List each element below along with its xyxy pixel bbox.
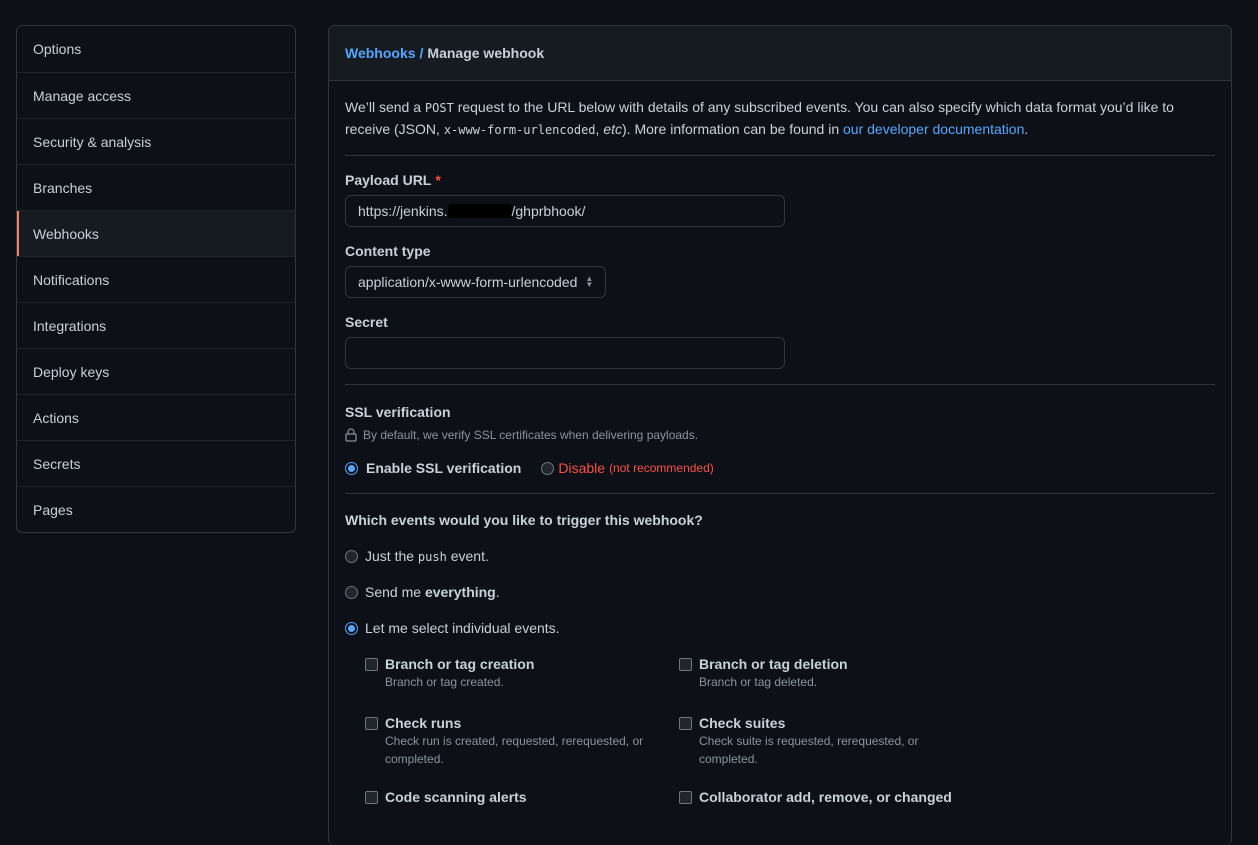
sidebar-item-manage-access[interactable]: Manage access [17, 72, 295, 118]
sidebar-item-pages[interactable]: Pages [17, 486, 295, 532]
content-type-select[interactable]: application/x-www-form-urlencoded ▲ ▼ [345, 266, 607, 298]
ssl-note-text: By default, we verify SSL certificates w… [363, 428, 699, 442]
payload-url-label: Payload URL * [345, 172, 1215, 188]
event-title: Check runs [385, 715, 462, 731]
ssl-not-recommended: (not recommended) [609, 461, 714, 475]
push-label-pre: Just the [365, 548, 418, 564]
everything-post: . [495, 584, 500, 600]
event-title: Collaborator add, remove, or changed [699, 789, 952, 805]
event-desc: Branch or tag created. [385, 675, 504, 689]
post-code: POST [424, 101, 454, 115]
checkbox[interactable] [679, 717, 692, 730]
developer-docs-link[interactable]: our developer documentation [843, 121, 1024, 137]
secret-input[interactable] [345, 337, 785, 369]
divider [345, 493, 1215, 494]
event-option-push[interactable]: Just the push event. [345, 548, 1215, 564]
everything-radio[interactable] [345, 585, 358, 599]
event-option-everything[interactable]: Send me everything. [345, 584, 1215, 600]
event-text: Check runs Check run is created, request… [385, 715, 655, 768]
content-type-value: application/x-www-form-urlencoded [358, 274, 578, 290]
sidebar-item-options[interactable]: Options [17, 26, 295, 72]
event-desc: Check run is created, requested, rereque… [385, 734, 644, 766]
event-text: Check suites Check suite is requested, r… [699, 715, 969, 768]
breadcrumb-webhooks-link[interactable]: Webhooks [345, 45, 416, 61]
push-radio[interactable] [345, 549, 358, 563]
sidebar-item-notifications[interactable]: Notifications [17, 256, 295, 302]
intro-part: ). More information can be found in [622, 121, 844, 137]
push-code: push [417, 550, 447, 564]
intro-part: . [1024, 121, 1029, 137]
event-title: Branch or tag deletion [699, 656, 848, 672]
event-text: Code scanning alerts [385, 789, 527, 805]
event-option-individual[interactable]: Let me select individual events. [345, 620, 1215, 636]
event-text: Branch or tag deletion Branch or tag del… [699, 656, 848, 691]
settings-sidebar: Options Manage access Security & analysi… [16, 25, 296, 533]
page-title: Manage webhook [427, 45, 545, 61]
event-title: Branch or tag creation [385, 656, 535, 672]
payload-url-input[interactable]: https://jenkins. /ghprbhook/ [345, 195, 785, 227]
ssl-note: By default, we verify SSL certificates w… [345, 428, 1215, 442]
checkbox[interactable] [679, 658, 692, 671]
sidebar-item-security-analysis[interactable]: Security & analysis [17, 118, 295, 164]
event-check-suites[interactable]: Check suites Check suite is requested, r… [679, 715, 969, 768]
sidebar-item-actions[interactable]: Actions [17, 394, 295, 440]
urlencoded-code: x-www-form-urlencoded [443, 123, 596, 137]
checkbox[interactable] [365, 717, 378, 730]
push-label-post: event. [446, 548, 489, 564]
payload-url-suffix: /ghprbhook/ [511, 203, 586, 219]
intro-part: We’ll send a [345, 99, 425, 115]
ssl-title: SSL verification [345, 404, 451, 420]
required-mark: * [435, 172, 441, 188]
intro-text: We’ll send a POST request to the URL bel… [345, 97, 1215, 156]
sidebar-item-secrets[interactable]: Secrets [17, 440, 295, 486]
checkbox[interactable] [365, 658, 378, 671]
lock-icon [345, 428, 357, 442]
checkbox[interactable] [365, 791, 378, 804]
ssl-disable-radio[interactable] [541, 461, 555, 475]
event-title: Code scanning alerts [385, 789, 527, 805]
event-collaborator-changed[interactable]: Collaborator add, remove, or changed [679, 789, 969, 805]
events-question: Which events would you like to trigger t… [345, 512, 703, 528]
event-check-runs[interactable]: Check runs Check run is created, request… [365, 715, 655, 768]
event-desc: Branch or tag deleted. [699, 675, 818, 689]
event-code-scanning-alerts[interactable]: Code scanning alerts [365, 789, 655, 805]
event-desc: Check suite is requested, rerequested, o… [699, 734, 919, 766]
event-text: Collaborator add, remove, or changed [699, 789, 952, 805]
everything-label[interactable]: Send me everything. [365, 584, 500, 600]
ssl-enable-radio[interactable] [345, 461, 358, 475]
everything-pre: Send me [365, 584, 425, 600]
ssl-disable-label[interactable]: Disable [558, 460, 605, 476]
sidebar-item-webhooks[interactable]: Webhooks [17, 210, 295, 256]
individual-label[interactable]: Let me select individual events. [365, 620, 560, 636]
breadcrumb-separator: / [419, 45, 424, 61]
event-branch-tag-deletion[interactable]: Branch or tag deletion Branch or tag del… [679, 656, 969, 691]
payload-url-prefix: https://jenkins. [358, 203, 448, 219]
payload-url-label-text: Payload URL [345, 172, 432, 188]
push-label[interactable]: Just the push event. [365, 548, 489, 564]
ssl-options: Enable SSL verification Disable (not rec… [345, 460, 1215, 476]
webhook-panel: Webhooks / Manage webhook We’ll send a P… [328, 25, 1232, 845]
divider [345, 384, 1215, 385]
breadcrumb: Webhooks / Manage webhook [329, 26, 1231, 81]
checkbox[interactable] [679, 791, 692, 804]
sidebar-item-deploy-keys[interactable]: Deploy keys [17, 348, 295, 394]
ssl-enable-label[interactable]: Enable SSL verification [366, 460, 521, 476]
content-type-label: Content type [345, 243, 431, 259]
event-branch-tag-creation[interactable]: Branch or tag creation Branch or tag cre… [365, 656, 655, 691]
select-arrows-icon: ▲ ▼ [585, 274, 594, 289]
individual-radio[interactable] [345, 621, 358, 635]
everything-bold: everything [424, 584, 496, 600]
etc-text: etc [603, 121, 622, 137]
event-title: Check suites [699, 715, 786, 731]
sidebar-item-branches[interactable]: Branches [17, 164, 295, 210]
redaction-block [447, 204, 512, 218]
event-text: Branch or tag creation Branch or tag cre… [385, 656, 534, 691]
sidebar-item-integrations[interactable]: Integrations [17, 302, 295, 348]
secret-label: Secret [345, 314, 388, 330]
